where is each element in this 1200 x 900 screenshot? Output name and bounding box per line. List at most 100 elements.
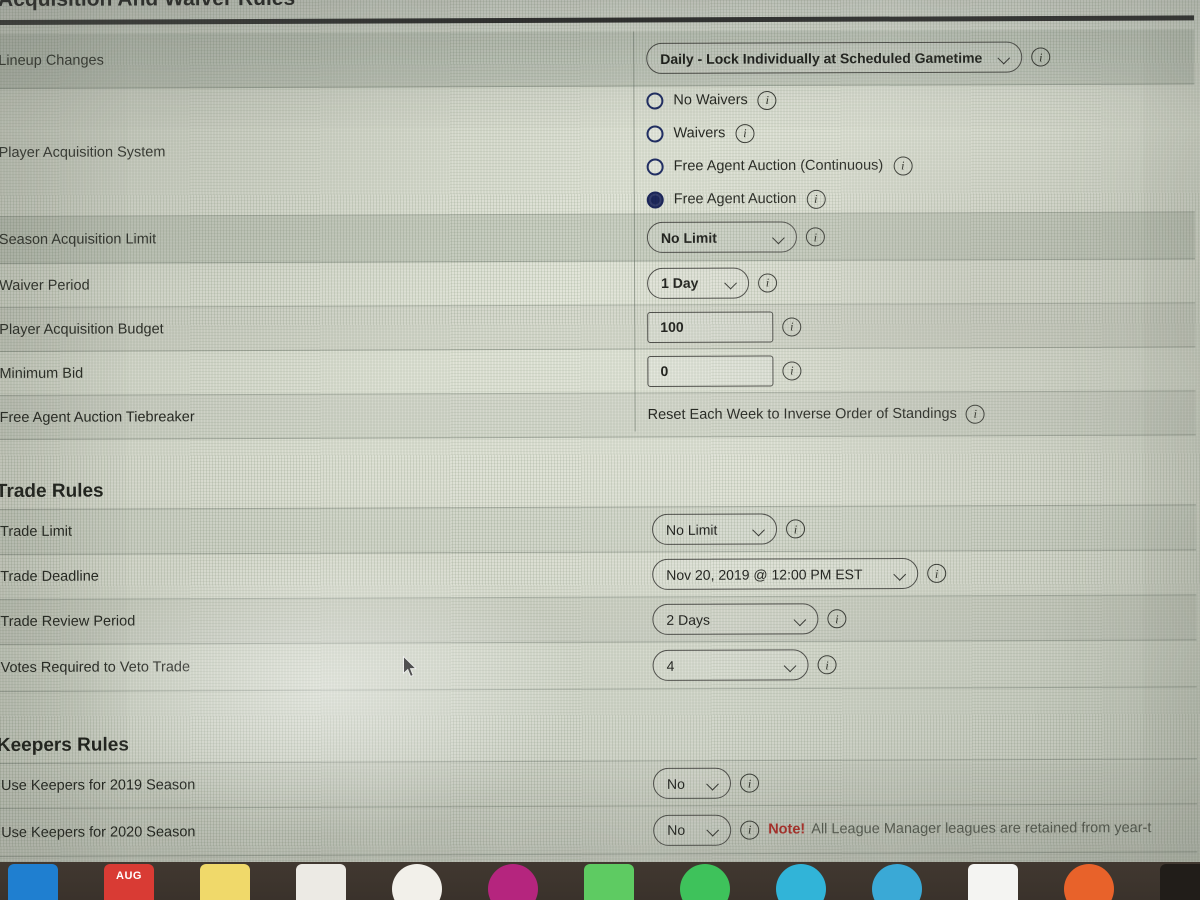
info-icon[interactable]: i [782,316,802,336]
chevron-down-icon [725,277,737,289]
page-title: Acquisition And Waiver Rules [0,0,295,12]
row-control: No Limit i [646,221,825,253]
waiver-period-select[interactable]: 1 Day [647,267,750,299]
info-icon[interactable]: i [806,189,826,209]
row-label: Trade Review Period [0,613,136,630]
minimum-bid-input[interactable]: 0 [647,355,774,387]
chevron-down-icon [707,824,719,836]
info-icon[interactable]: i [757,90,777,110]
row-control: 4 i [652,649,837,681]
row-label: Player Acquisition System [0,143,166,161]
window-edge-bar [0,15,1195,25]
select-value: Daily - Lock Individually at Scheduled G… [660,49,983,67]
row-votes-required-to-veto-trade: Votes Required to Veto Trade 4 i [0,640,1197,692]
dock-icon-calendar[interactable]: AUG [104,864,154,900]
radio-label: Free Agent Auction (Continuous) [673,157,884,175]
use-keepers-2019-select[interactable]: No [652,767,732,799]
select-value: No Limit [660,229,717,246]
dock-icon-music[interactable] [488,864,538,900]
radio-icon[interactable] [646,91,664,109]
row-label: Use Keepers for 2019 Season [0,777,196,794]
radio-icon[interactable] [646,157,664,175]
dock-icon-facetime[interactable] [680,864,730,900]
use-keepers-2020-select[interactable]: No [653,814,732,846]
row-control: 100 i [647,311,802,343]
info-icon[interactable]: i [740,820,760,840]
dock-icon-twitter[interactable] [872,864,922,900]
dock-icon-skype[interactable] [776,864,826,900]
row-lineup-changes: Lineup Changes Daily - Lock Individually… [0,29,1195,89]
info-icon[interactable]: i [927,563,947,583]
radio-label: Waivers [673,125,726,142]
row-label: Free Agent Auction Tiebreaker [0,408,195,426]
section-trade-rules: Trade Rules [0,435,1196,510]
radio-option-free-agent-auction-continuous[interactable]: Free Agent Auction (Continuous) i [646,155,913,176]
select-value: No [666,775,685,792]
monitor-surface: Acquisition And Waiver Rules Lineup Chan… [0,0,1200,868]
tiebreaker-value: Reset Each Week to Inverse Order of Stan… [647,405,957,423]
chevron-down-icon [753,523,765,535]
dock-icon-notes[interactable] [200,864,250,900]
row-label: Use Keepers for 2020 Season [1,823,196,841]
row-control: Nov 20, 2019 @ 12:00 PM EST i [652,557,947,590]
radio-option-free-agent-auction[interactable]: Free Agent Auction i [646,189,913,209]
votes-to-veto-select[interactable]: 4 [652,649,809,681]
row-trade-deadline: Trade Deadline Nov 20, 2019 @ 12:00 PM E… [0,550,1197,600]
dock-icon-photos[interactable] [392,864,442,900]
dock-icon-reminders[interactable] [296,864,346,900]
row-control: 0 i [647,355,802,387]
info-icon[interactable]: i [1031,47,1051,67]
trade-review-period-select[interactable]: 2 Days [652,603,819,635]
radio-icon-selected[interactable] [646,190,664,208]
dock-icon-firefox[interactable] [1064,864,1114,900]
info-icon[interactable]: i [739,773,760,793]
row-free-agent-auction-tiebreaker: Free Agent Auction Tiebreaker Reset Each… [0,391,1196,440]
row-control: Daily - Lock Individually at Scheduled G… [646,41,1051,74]
row-control: No i [652,767,760,799]
select-value: 4 [666,657,675,674]
row-control: No Waivers i Waivers i Free Agent Auctio… [646,90,913,209]
info-icon[interactable]: i [893,155,913,176]
info-icon[interactable]: i [827,609,847,629]
row-label: Lineup Changes [0,52,104,69]
info-icon[interactable]: i [782,360,802,380]
dock-icon-messages[interactable] [584,864,634,900]
row-control: No i Note! All League Manager leagues ar… [653,813,1151,846]
radio-option-no-waivers[interactable]: No Waivers i [646,90,912,110]
dock-icon-chess[interactable] [968,864,1018,900]
chevron-down-icon [785,659,797,671]
info-icon[interactable]: i [817,655,837,675]
trade-limit-select[interactable]: No Limit [651,513,778,545]
dock-icon-terminal[interactable] [1160,864,1200,900]
player-acquisition-budget-input[interactable]: 100 [647,311,774,343]
chevron-down-icon [707,777,719,789]
info-icon[interactable]: i [735,123,755,143]
row-label: Player Acquisition Budget [0,320,164,338]
photographed-screen: Acquisition And Waiver Rules Lineup Chan… [0,0,1200,900]
info-icon[interactable]: i [965,404,985,424]
chevron-down-icon [773,231,785,243]
info-icon[interactable]: i [758,272,778,293]
row-trade-review-period: Trade Review Period 2 Days i [0,595,1197,645]
lineup-changes-select[interactable]: Daily - Lock Individually at Scheduled G… [646,41,1023,74]
row-minimum-bid: Minimum Bid 0 i [0,347,1196,396]
row-label: Trade Deadline [0,568,99,585]
dock-icon-mail[interactable] [8,864,58,900]
radio-option-waivers[interactable]: Waivers i [646,123,912,143]
row-season-acquisition-limit: Season Acquisition Limit No Limit i [0,212,1196,264]
row-player-acquisition-system: Player Acquisition System No Waivers i W… [0,84,1195,217]
row-control: 1 Day i [647,267,778,299]
row-label: Waiver Period [0,277,90,294]
info-icon[interactable]: i [805,227,825,247]
radio-label: Free Agent Auction [673,190,797,208]
select-value: No Limit [666,521,718,538]
season-acquisition-limit-select[interactable]: No Limit [646,221,797,253]
note-text: All League Manager leagues are retained … [811,820,1152,838]
info-icon[interactable]: i [786,519,806,539]
radio-icon[interactable] [646,124,664,142]
row-label: Minimum Bid [0,365,84,382]
keepers-note: Note! All League Manager leagues are ret… [768,820,1151,837]
trade-deadline-select[interactable]: Nov 20, 2019 @ 12:00 PM EST [652,557,919,590]
chevron-down-icon [794,613,806,625]
row-label: Season Acquisition Limit [0,231,157,248]
